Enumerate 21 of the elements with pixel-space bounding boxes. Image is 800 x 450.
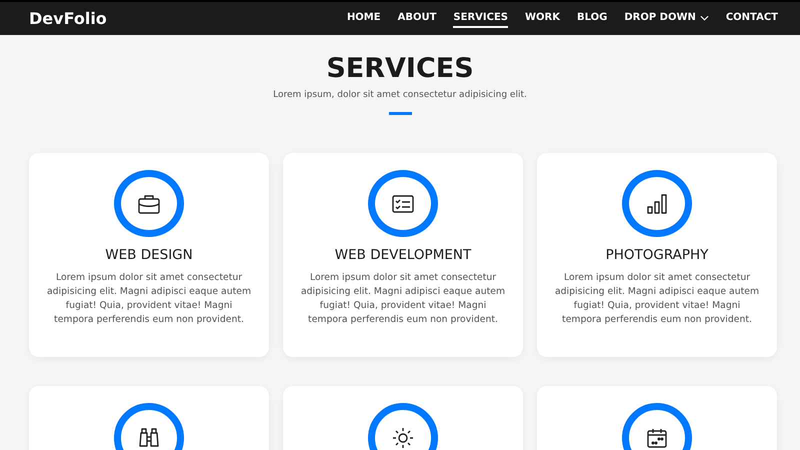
nav-link[interactable]: BLOG — [576, 9, 608, 28]
title-underline — [388, 112, 412, 115]
bar-chart-icon — [645, 192, 669, 216]
sun-icon — [391, 426, 415, 450]
service-title: WEB DESIGN — [105, 247, 193, 263]
service-description: Lorem ipsum dolor sit amet consectetur adipisicing elit. Magni adipisci eaque autem fugiat! Quia, provident vitae! Magni tempora perferendis eum non provident. — [46, 271, 252, 327]
service-description: Lorem ipsum dolor sit amet consectetur adipisicing elit. Magni adipisci eaque autem fugiat! Quia, provident vitae! Magni tempora perferendis eum non provident. — [300, 271, 506, 327]
nav-link[interactable]: ABOUT — [398, 9, 436, 28]
service-title: WEB DEVELOPMENT — [334, 247, 472, 263]
brand-logo[interactable]: DevFolio — [29, 9, 107, 28]
nav-link[interactable]: CONTACT — [726, 9, 778, 28]
nav-link[interactable]: DROP DOWN — [624, 9, 709, 28]
service-title: PHOTOGRAPHY — [606, 247, 708, 263]
caret-icon — [700, 14, 709, 20]
section-subtitle: Lorem ipsum, dolor sit amet consectetur adipisicing elit. — [273, 90, 527, 100]
nav-link[interactable]: HOME — [346, 9, 381, 28]
section-title: SERVICES — [326, 53, 474, 84]
nav-link[interactable]: WORK — [524, 9, 560, 28]
service-description: Lorem ipsum dolor sit amet consectetur adipisicing elit. Magni adipisci eaque autem fugiat! Quia, provident vitae! Magni tempora perferendis eum non provident. — [554, 271, 760, 327]
calendar-icon — [645, 426, 669, 450]
nav-link[interactable]: SERVICES — [453, 9, 508, 28]
